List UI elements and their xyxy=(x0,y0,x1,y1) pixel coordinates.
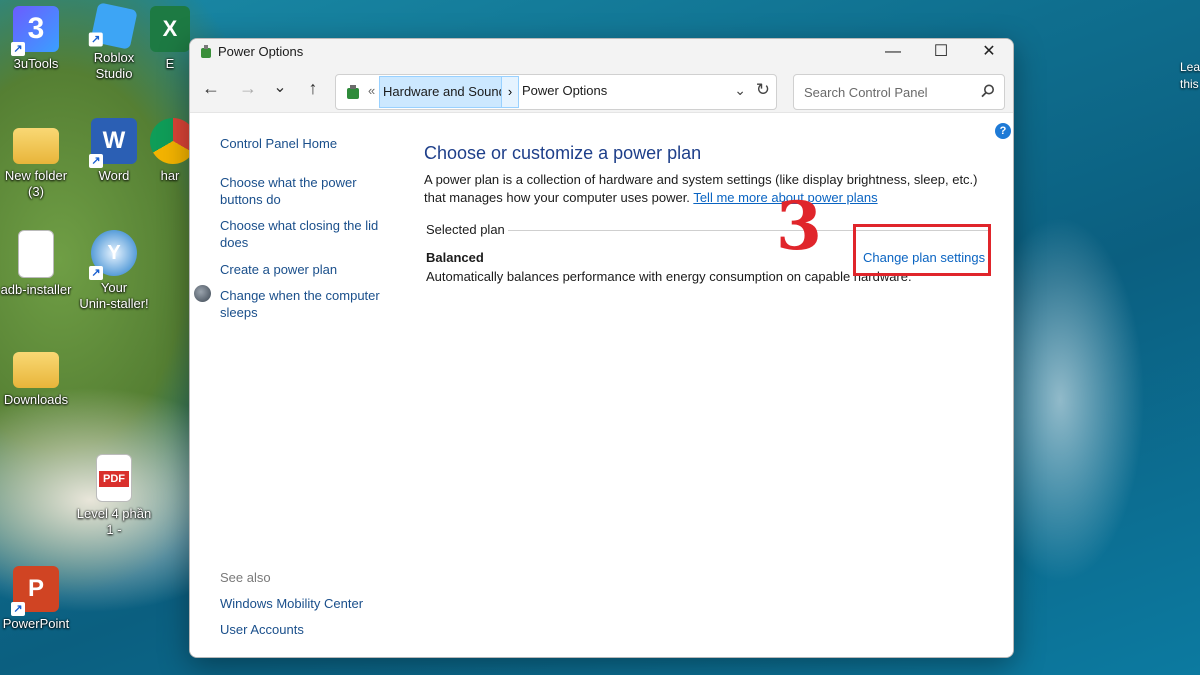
plan-description: Automatically balances performance with … xyxy=(426,269,912,284)
desktop-icon-chrome[interactable]: har xyxy=(150,118,190,184)
maximize-button[interactable]: ☐ xyxy=(917,39,965,65)
folder-icon xyxy=(13,352,59,388)
minimize-button[interactable]: — xyxy=(869,39,917,65)
breadcrumb-hardware-and-sound[interactable]: Hardware and Sound xyxy=(379,76,510,108)
control-panel-icon xyxy=(347,85,359,99)
desktop-edge-label: Lea xyxy=(1180,60,1200,74)
folder-icon xyxy=(13,128,59,164)
shortcut-arrow-icon: ↗ xyxy=(89,154,103,168)
breadcrumb-overflow[interactable]: « xyxy=(368,83,375,98)
back-button[interactable]: ← xyxy=(198,75,224,101)
recent-locations-button[interactable]: ⌄ xyxy=(267,75,293,101)
pdf-icon: PDF xyxy=(96,454,132,502)
selected-plan-label: Selected plan xyxy=(426,222,505,237)
roblox-studio-icon: ↗ xyxy=(88,2,138,50)
search-box[interactable] xyxy=(793,74,1005,110)
title-bar[interactable]: Power Options — ☐ ✕ xyxy=(190,39,1013,65)
power-options-icon xyxy=(201,45,211,58)
desktop-icon-label: har xyxy=(160,168,180,183)
desktop-edge-label: this xyxy=(1180,77,1199,91)
help-icon[interactable]: ? xyxy=(995,123,1011,139)
document-icon xyxy=(18,230,54,278)
pdf-tag: PDF xyxy=(99,471,129,487)
forward-button[interactable]: → xyxy=(235,75,261,101)
desktop-icon-powerpoint[interactable]: P ↗ PowerPoint xyxy=(0,566,78,632)
address-bar[interactable]: « Hardware and Sound › Power Options ⌄ ↻ xyxy=(335,74,777,110)
desktop-icon-label: New folder (3) xyxy=(4,168,68,199)
uninstaller-icon: Y ↗ xyxy=(89,230,137,280)
plan-name: Balanced xyxy=(426,250,484,265)
close-button[interactable]: ✕ xyxy=(965,39,1013,65)
desktop-icon-label: 3uTools xyxy=(13,56,59,71)
desktop-icon-adb-installer[interactable]: adb-installer xyxy=(0,230,78,298)
desktop-icon-label: Your Unin-staller! xyxy=(79,280,149,311)
desktop-icon-label: Roblox Studio xyxy=(93,50,135,81)
page-title: Choose or customize a power plan xyxy=(424,143,702,163)
see-also-heading: See also xyxy=(220,570,271,585)
desktop-icon-label: Level 4 phần 1 - xyxy=(76,506,152,537)
desktop-icon-excel[interactable]: X E xyxy=(150,6,190,72)
desktop-icon-new-folder[interactable]: New folder (3) xyxy=(0,118,78,200)
desktop-icon-downloads[interactable]: Downloads xyxy=(0,342,78,408)
content-area: ? Control Panel Home Choose what the pow… xyxy=(190,113,1013,657)
breadcrumb-separator[interactable]: › xyxy=(501,76,519,108)
desktop-icon-pdf[interactable]: PDF Level 4 phần 1 - xyxy=(72,454,156,538)
word-icon: W ↗ xyxy=(89,118,137,168)
desktop-icon-label: Word xyxy=(98,168,130,183)
sidebar-windows-mobility-center[interactable]: Windows Mobility Center xyxy=(220,595,390,612)
page-description: A power plan is a collection of hardware… xyxy=(424,171,994,207)
shortcut-arrow-icon: ↗ xyxy=(11,602,25,616)
sidebar-closing-lid[interactable]: Choose what closing the lid does xyxy=(220,217,390,251)
highlight-box xyxy=(853,224,991,276)
desktop-icon-word[interactable]: W ↗ Word xyxy=(72,118,156,184)
sidebar-control-panel-home[interactable]: Control Panel Home xyxy=(220,135,390,152)
excel-icon: X xyxy=(150,6,190,52)
shortcut-arrow-icon: ↗ xyxy=(11,42,25,56)
step-number: 3 xyxy=(776,187,822,265)
navigation-bar: ← → ⌄ ↑ « Hardware and Sound › Power Opt… xyxy=(190,65,1013,113)
breadcrumb-power-options[interactable]: Power Options xyxy=(522,76,607,106)
powerpoint-icon: P ↗ xyxy=(11,566,59,616)
search-input[interactable] xyxy=(802,84,976,101)
address-dropdown-icon[interactable]: ⌄ xyxy=(734,82,746,99)
up-button[interactable]: ↑ xyxy=(300,75,326,101)
shortcut-arrow-icon: ↗ xyxy=(88,32,103,47)
desktop-icon-label: PowerPoint xyxy=(2,616,70,631)
desktop-icon-label: Downloads xyxy=(3,392,69,407)
moon-icon xyxy=(194,285,211,302)
window-title: Power Options xyxy=(218,44,304,59)
sidebar-user-accounts[interactable]: User Accounts xyxy=(220,621,390,638)
power-options-window: Power Options — ☐ ✕ ← → ⌄ ↑ « Hardware a… xyxy=(189,38,1014,658)
3utools-icon: 3 ↗ xyxy=(11,6,59,56)
desktop-icon-label: adb-installer xyxy=(0,282,72,297)
sidebar-create-plan[interactable]: Create a power plan xyxy=(220,261,390,278)
desktop-icon-your-uninstaller[interactable]: Y ↗ Your Unin-staller! xyxy=(72,230,156,312)
desktop-icon-label: E xyxy=(165,56,175,71)
refresh-button[interactable]: ↻ xyxy=(756,80,770,100)
sidebar-power-buttons[interactable]: Choose what the power buttons do xyxy=(220,174,390,208)
shortcut-arrow-icon: ↗ xyxy=(89,266,103,280)
desktop-icon-roblox-studio[interactable]: ↗ Roblox Studio xyxy=(72,2,156,82)
search-icon[interactable] xyxy=(980,83,996,99)
sidebar-computer-sleeps[interactable]: Change when the computer sleeps xyxy=(220,287,390,321)
chrome-icon xyxy=(150,118,190,164)
desktop-icon-3utools[interactable]: 3 ↗ 3uTools xyxy=(0,6,78,72)
